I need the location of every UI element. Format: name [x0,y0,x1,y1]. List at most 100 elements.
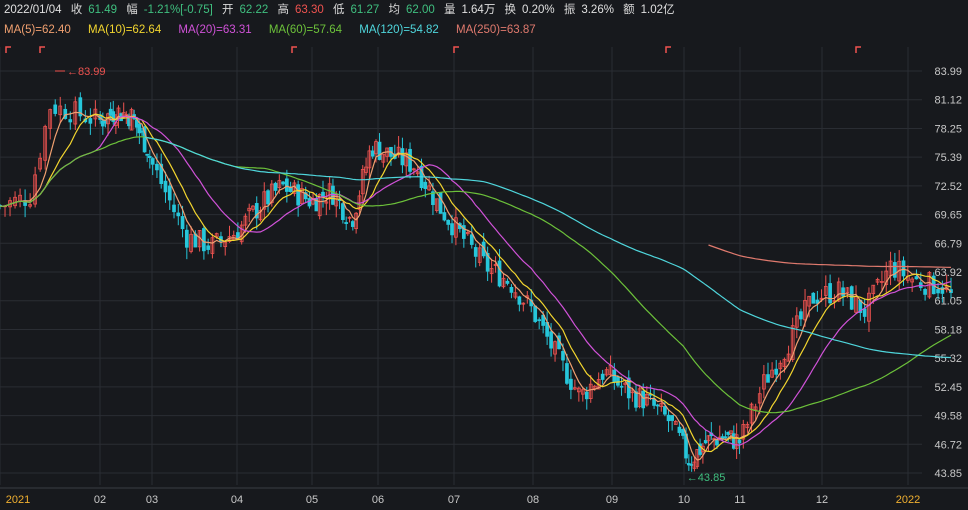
y-tick-label: 72.52 [934,181,962,193]
candle-down [147,155,152,159]
x-tick-label: 08 [527,494,539,506]
candle-down [184,229,189,248]
x-tick-label: 05 [306,494,318,506]
candle-down [145,153,150,156]
kline-chart[interactable]: 83.99 81.12 78.25 75.39 72.52 69.65 66.79 63.92… [0,0,968,510]
candle-down [619,385,624,388]
candle-down [446,219,451,225]
candle-down [307,198,312,207]
ma20-line [0,115,952,446]
high-marker-label: ←83.99 [67,66,106,78]
candle-down [811,292,816,304]
candle-down [180,216,185,230]
y-tick-label: 46.72 [934,439,962,451]
event-flag-icon [39,46,45,53]
x-tick-label: 03 [146,494,158,506]
x-tick-label: 11 [734,494,745,506]
candle-down [549,331,553,349]
y-tick-label: 63.92 [934,267,962,279]
candle-down [936,289,940,294]
candle-down [634,391,638,408]
x-tick-label: 06 [372,494,384,506]
candle-down [723,436,728,439]
candle-down [681,429,685,436]
candle-down [561,351,565,361]
candle-down [281,181,285,185]
ma60-line [0,136,952,414]
candle-down [167,185,172,201]
candle-down [666,414,671,422]
candle-down [600,373,605,380]
candle-down [828,283,832,304]
candle-down [331,185,335,205]
y-tick-label: 83.99 [934,66,962,78]
x-tick-label: 2022 [896,494,920,506]
y-tick-label: 66.79 [934,238,962,250]
event-flag-icon [665,46,671,53]
candle-down [841,287,845,297]
candle-down [163,180,168,193]
candle-down [923,289,927,295]
candle-down [677,426,682,433]
candle-down [663,406,667,415]
event-flag-icon [291,46,297,53]
candle-down [53,104,58,114]
candle-down [774,368,779,375]
y-tick-label: 55.32 [934,353,962,365]
y-tick-label: 69.65 [934,210,962,222]
candle-down [423,181,428,190]
candle-down [849,286,854,310]
y-tick-label: 43.85 [934,468,962,480]
candle-down [206,245,211,250]
candle-down [799,311,803,320]
candle-down [370,150,375,157]
candle-down [616,376,620,386]
candle-down [285,178,289,192]
y-tick-label: 58.18 [934,324,962,336]
candle-down [450,223,454,236]
candle-down [88,118,93,124]
ma10-line [0,113,952,453]
candle-down [377,141,382,160]
candle-down [68,119,73,123]
candle-down [584,391,589,400]
candle-down [533,305,538,322]
x-tick-label: 02 [94,494,106,506]
candle-down [150,158,155,165]
candle-down [537,319,542,322]
candle-down [473,247,478,257]
x-tick-label: 10 [678,494,690,506]
x-tick-label: 07 [448,494,460,506]
low-marker-label: ←43.85 [687,472,726,484]
candle-down [655,404,660,407]
candle-down [176,212,181,217]
candle-down [505,280,510,284]
candle-down [901,260,906,277]
candle-down [509,287,514,293]
candle-down [408,148,412,172]
candle-down [641,390,646,409]
ma5-line [0,111,952,461]
candle-down [202,228,206,252]
candle-down [400,148,405,166]
candle-down [273,182,278,191]
candle-down [914,276,919,280]
candle-down [517,296,522,305]
x-tick-label: 12 [816,494,828,506]
x-tick-label: 04 [231,494,243,506]
candle-down [155,163,159,171]
y-tick-label: 78.25 [934,123,962,135]
candle-down [172,204,176,213]
candle-down [497,260,502,287]
candle-down [266,190,270,205]
x-tick-label: 09 [606,494,618,506]
y-tick-label: 49.58 [934,411,962,423]
candle-down [893,262,897,278]
candle-down [737,439,742,444]
candle-down [670,415,674,421]
candle-down [296,184,300,206]
y-tick-label: 81.12 [934,95,962,107]
ma250-line [708,244,952,268]
event-flag-icon [855,46,861,53]
candle-down [341,203,345,220]
